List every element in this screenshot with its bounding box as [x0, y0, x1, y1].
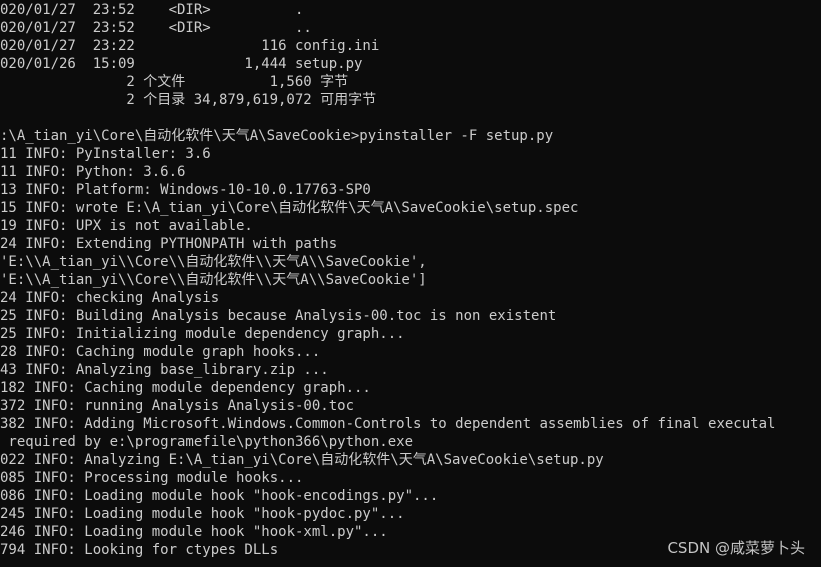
terminal-line: 13 INFO: Platform: Windows-10-10.0.17763…: [0, 182, 371, 198]
terminal-line: 020/01/27 23:22 116 config.ini: [0, 38, 380, 54]
terminal-line: 382 INFO: Adding Microsoft.Windows.Commo…: [0, 416, 776, 432]
terminal-line: 2 个文件 1,560 字节: [0, 74, 349, 90]
terminal-line: 11 INFO: PyInstaller: 3.6: [0, 146, 211, 162]
terminal-line: 182 INFO: Caching module dependency grap…: [0, 380, 371, 396]
terminal-line: 25 INFO: Building Analysis because Analy…: [0, 308, 557, 324]
terminal-line: 11 INFO: Python: 3.6.6: [0, 164, 186, 180]
terminal-line: 022 INFO: Analyzing E:\A_tian_yi\Core\自动…: [0, 452, 604, 468]
terminal-line: 15 INFO: wrote E:\A_tian_yi\Core\自动化软件\天…: [0, 200, 579, 216]
terminal-line: 086 INFO: Loading module hook "hook-enco…: [0, 488, 439, 504]
terminal-line: 28 INFO: Caching module graph hooks...: [0, 344, 321, 360]
terminal-line: 020/01/26 15:09 1,444 setup.py: [0, 56, 363, 72]
terminal-line: 24 INFO: Extending PYTHONPATH with paths: [0, 236, 338, 252]
terminal-line: 'E:\\A_tian_yi\\Core\\自动化软件\\天气A\\SaveCo…: [0, 272, 427, 288]
terminal-line: 2 个目录 34,879,619,072 可用字节: [0, 92, 377, 108]
terminal-line: 25 INFO: Initializing module dependency …: [0, 326, 405, 342]
terminal-output[interactable]: 020/01/27 23:52 <DIR> . 020/01/27 23:52 …: [0, 0, 821, 567]
csdn-watermark: CSDN @咸菜萝卜头: [667, 539, 805, 557]
terminal-line: 372 INFO: running Analysis Analysis-00.t…: [0, 398, 355, 414]
command-prompt-line: :\A_tian_yi\Core\自动化软件\天气A\SaveCookie>py…: [0, 128, 554, 144]
terminal-line: 085 INFO: Processing module hooks...: [0, 470, 304, 486]
terminal-line: 020/01/27 23:52 <DIR> ..: [0, 20, 312, 36]
terminal-line: 24 INFO: checking Analysis: [0, 290, 220, 306]
terminal-line: 020/01/27 23:52 <DIR> .: [0, 2, 304, 18]
terminal-line: 43 INFO: Analyzing base_library.zip ...: [0, 362, 329, 378]
terminal-line: 'E:\\A_tian_yi\\Core\\自动化软件\\天气A\\SaveCo…: [0, 254, 427, 270]
terminal-line: 245 INFO: Loading module hook "hook-pydo…: [0, 506, 405, 522]
terminal-line: 19 INFO: UPX is not available.: [0, 218, 253, 234]
terminal-line: required by e:\programefile\python366\py…: [0, 434, 414, 450]
